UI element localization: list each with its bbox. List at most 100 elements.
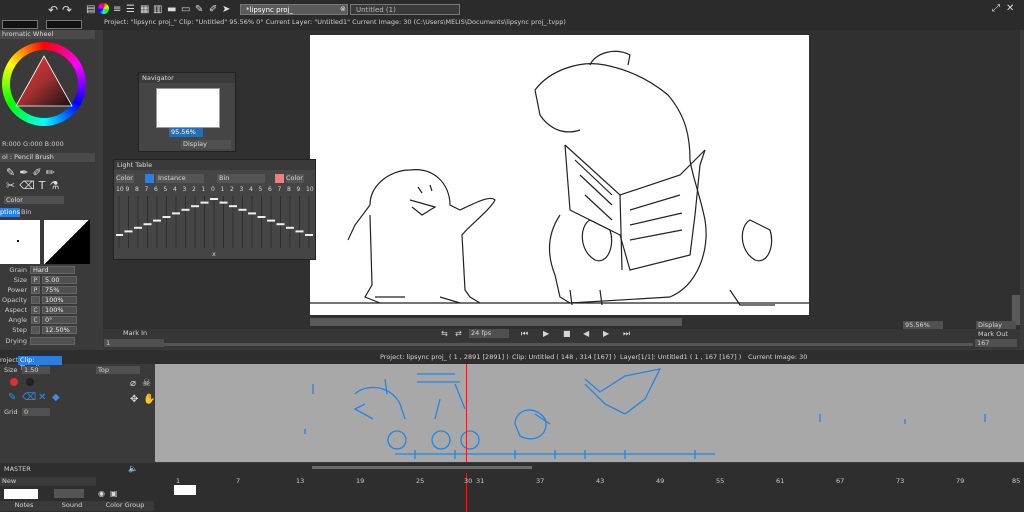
airbrush-tool-icon[interactable]: ✂	[6, 179, 19, 192]
grid-field[interactable]: 0	[22, 408, 50, 416]
grain-select[interactable]: Hard	[30, 266, 75, 274]
next-frame-icon[interactable]: ▶	[603, 329, 609, 338]
pingpong-icon[interactable]: ⇄	[455, 329, 462, 338]
color-wheel-icon[interactable]	[98, 3, 109, 14]
size-field[interactable]: 5.00	[42, 276, 77, 284]
filter-tool-icon[interactable]: ⚗	[50, 179, 64, 192]
drying-field[interactable]	[30, 337, 75, 345]
pencil-tool-icon[interactable]: ✎	[6, 166, 19, 179]
opacity-field[interactable]: 100%	[42, 296, 77, 304]
light-table-bin[interactable]: Bin	[217, 174, 265, 183]
light-table-slider[interactable]	[229, 205, 237, 208]
x-icon[interactable]: ✕	[38, 392, 46, 403]
tab-untitled-1[interactable]: Untitled (1)	[350, 4, 460, 15]
tab-color-group[interactable]: Color Group	[96, 501, 154, 511]
position-select[interactable]: Top	[96, 366, 140, 374]
playhead-line[interactable]	[466, 364, 467, 462]
skull-icon[interactable]: ☠	[142, 378, 151, 389]
light-table-slider[interactable]	[257, 216, 266, 218]
pencil-icon[interactable]: ✎	[8, 392, 16, 403]
light-table-instance[interactable]: Instance	[156, 174, 204, 183]
light-table-slider[interactable]	[200, 201, 209, 204]
light-table-slider[interactable]	[248, 212, 256, 215]
maximize-icon[interactable]: ⤢	[992, 3, 1000, 14]
tab-lipsync-proj[interactable]: *lipsync proj_	[240, 4, 348, 15]
power-mode[interactable]: P	[31, 286, 40, 294]
navigator-thumbnail[interactable]	[156, 88, 220, 128]
tab-bin[interactable]: Bin	[21, 208, 35, 217]
aspect-field[interactable]: 100%	[42, 306, 77, 314]
light-table-slider[interactable]	[276, 223, 285, 226]
light-table-slider[interactable]	[305, 234, 313, 236]
step-field[interactable]: 12.50%	[42, 326, 77, 334]
opacity-mode[interactable]	[31, 296, 40, 304]
timeline-icon[interactable]: ▬	[167, 4, 176, 15]
clip-icon[interactable]: ▭	[181, 4, 190, 15]
tab-notes[interactable]: Notes	[0, 501, 48, 511]
light-table-slider[interactable]	[153, 219, 161, 222]
pen-tool-icon[interactable]: ✒	[19, 166, 32, 179]
undo-icon[interactable]: ↶	[48, 3, 58, 17]
angle-field[interactable]: 0°	[42, 316, 77, 324]
light-table-color-left[interactable]: Color	[116, 174, 134, 183]
loop-icon[interactable]: ⇆	[441, 329, 448, 338]
brush-tool-icon[interactable]: ✐	[32, 166, 45, 179]
diamond-icon[interactable]: ◆	[52, 392, 60, 403]
layers-icon[interactable]: ≡	[113, 4, 121, 15]
navigator-display-select[interactable]: Display	[181, 140, 231, 149]
color-mode-select[interactable]: Color	[4, 196, 64, 204]
stop-icon[interactable]: ■	[563, 329, 571, 338]
light-table-swatch-blue[interactable]	[145, 174, 154, 183]
primary-color-swatch[interactable]	[2, 20, 38, 29]
aspect-mode[interactable]: C	[31, 306, 40, 314]
light-table-slider[interactable]	[181, 208, 190, 211]
new-layer-select[interactable]: New	[0, 477, 96, 486]
light-table-slider[interactable]	[134, 226, 142, 229]
light-table-slider[interactable]	[210, 198, 218, 200]
last-frame-icon[interactable]: ⏭	[623, 329, 630, 339]
play-icon[interactable]: ▶	[543, 329, 549, 338]
horizontal-scrollbar[interactable]	[310, 318, 682, 326]
toolbar-icon[interactable]: ▤	[86, 4, 95, 15]
power-field[interactable]: 75%	[42, 286, 77, 294]
light-table-slider[interactable]	[286, 226, 294, 229]
first-frame-icon[interactable]: ⏮	[521, 329, 528, 339]
eraser-icon[interactable]: ⌫	[22, 392, 36, 403]
display-select[interactable]: Display	[976, 321, 1016, 329]
mark-out-field[interactable]: 167	[975, 339, 1017, 347]
text-tool-icon[interactable]: T	[39, 179, 50, 192]
marker-tool-icon[interactable]: ✏	[46, 166, 59, 179]
drawing-canvas[interactable]	[310, 35, 809, 315]
record-icon[interactable]	[10, 378, 18, 386]
hand-icon[interactable]: ✋	[143, 394, 155, 405]
zoom-field[interactable]: 95.56%	[903, 321, 943, 329]
timeline-notes-canvas[interactable]	[155, 364, 1024, 462]
speaker-icon[interactable]: 🔈	[128, 464, 138, 473]
circle-icon[interactable]	[26, 378, 34, 386]
send-icon[interactable]: ➤	[222, 4, 230, 15]
layer-thumbnail[interactable]	[4, 489, 38, 499]
light-table-slider[interactable]	[295, 230, 304, 233]
light-table-slider[interactable]	[191, 205, 199, 208]
tab-options[interactable]: ptions	[0, 208, 20, 217]
close-window-icon[interactable]: ✕	[1006, 3, 1014, 14]
play-range-slider[interactable]	[163, 343, 973, 346]
stack-icon[interactable]: ☰	[126, 4, 135, 15]
close-tab-icon[interactable]: ⊗	[340, 5, 346, 13]
light-table-slider[interactable]	[238, 208, 247, 211]
lock-icon[interactable]: ▣	[110, 489, 118, 498]
grid-icon[interactable]: ▥	[153, 4, 162, 15]
layer-settings-icon[interactable]	[54, 489, 84, 498]
color-triangle[interactable]	[12, 52, 76, 116]
angle-mode[interactable]: C	[31, 316, 40, 324]
eye-icon[interactable]: ◉	[98, 489, 105, 498]
light-table-slider[interactable]	[267, 219, 275, 222]
light-table-slider[interactable]	[172, 212, 180, 215]
redo-icon[interactable]: ↷	[62, 3, 72, 17]
step-mode[interactable]	[31, 326, 40, 334]
size-mode[interactable]: P	[31, 276, 40, 284]
navigator-zoom[interactable]: 95.56%	[169, 128, 203, 137]
light-table-color-right[interactable]: Color	[286, 174, 304, 183]
light-table-slider[interactable]	[219, 201, 228, 204]
light-table-sliders[interactable]	[116, 196, 315, 248]
